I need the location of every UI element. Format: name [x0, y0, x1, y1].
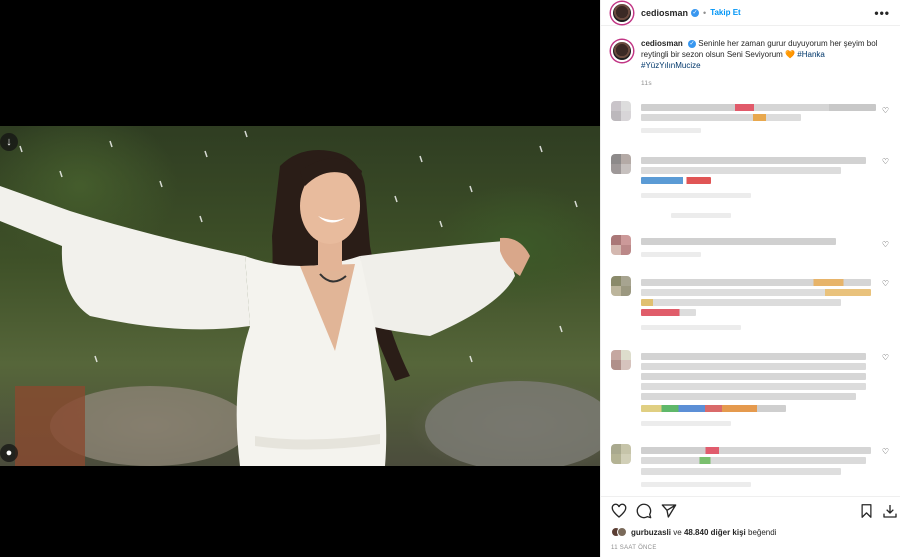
caption-username[interactable]: cediosman	[641, 39, 683, 48]
view-replies[interactable]	[671, 213, 731, 218]
post-username[interactable]: cediosman	[641, 8, 688, 18]
download-icon[interactable]	[882, 503, 898, 519]
comment-text	[641, 157, 866, 164]
comment-avatar[interactable]	[611, 235, 631, 255]
comment-meta	[641, 128, 701, 133]
follow-button[interactable]: Takip Et	[710, 8, 741, 17]
comment-text	[641, 177, 711, 184]
likes-suffix: beğendi	[748, 527, 777, 537]
comment-text	[641, 238, 836, 245]
comment-text	[641, 447, 871, 454]
heart-icon[interactable]	[611, 503, 627, 519]
comment-text	[641, 373, 866, 380]
caption-avatar[interactable]	[611, 40, 633, 62]
caption: cediosman ✓ Seninle her zaman gurur duyu…	[601, 26, 900, 89]
hashtag[interactable]: #Hanka	[797, 50, 825, 59]
comment-meta	[641, 193, 751, 198]
comment-text	[641, 104, 876, 111]
comment-avatar[interactable]	[611, 101, 631, 121]
comment-meta	[641, 252, 701, 257]
caption-time: 11s	[641, 80, 652, 87]
comment-avatar[interactable]	[611, 444, 631, 464]
likes-count[interactable]: 48.840 diğer kişi	[684, 528, 746, 537]
caption-body: cediosman ✓ Seninle her zaman gurur duyu…	[641, 38, 881, 89]
comment-text	[641, 167, 841, 174]
likes-connector: ve	[673, 527, 682, 537]
hashtag[interactable]: #YüzYılınMucize	[641, 61, 701, 70]
comment-text	[641, 383, 866, 390]
bookmark-icon[interactable]	[859, 503, 874, 519]
comment-text	[641, 468, 841, 475]
liker-avatar[interactable]	[617, 527, 627, 537]
post-timestamp[interactable]: 11 SAAT ÖNCE	[611, 545, 657, 551]
verified-icon: ✓	[688, 39, 697, 48]
comment-icon[interactable]	[636, 503, 652, 519]
comment-text	[641, 363, 866, 370]
comment-meta	[641, 325, 741, 330]
comment-avatar[interactable]	[611, 276, 631, 296]
post-photo[interactable]: ↓ ●	[0, 126, 600, 466]
more-options-icon[interactable]: •••	[874, 6, 890, 20]
verified-icon: ✓	[691, 8, 700, 17]
likes-summary: gurbuzasli ve 48.840 diğer kişi beğendi	[611, 527, 776, 537]
comment-text	[641, 289, 871, 296]
comment-text	[641, 457, 866, 464]
comment-text	[641, 393, 856, 400]
send-icon[interactable]	[661, 503, 677, 519]
comment-text	[641, 299, 841, 306]
comment-text	[641, 405, 786, 412]
avatar[interactable]	[611, 1, 633, 24]
comment-like-icon[interactable]: ♡	[882, 279, 889, 288]
dot-separator: •	[703, 7, 707, 18]
comment-like-icon[interactable]: ♡	[882, 447, 889, 456]
comment-like-icon[interactable]: ♡	[882, 106, 889, 115]
user-tag-icon[interactable]: ●	[0, 444, 18, 462]
comment-avatar[interactable]	[611, 154, 631, 174]
comment-meta	[641, 421, 731, 426]
comment-text	[641, 309, 696, 316]
comment-meta	[641, 482, 751, 487]
comment-like-icon[interactable]: ♡	[882, 157, 889, 166]
comment-text	[641, 353, 866, 360]
post-media: ↓ ●	[0, 0, 600, 557]
first-liker[interactable]: gurbuzasli	[631, 528, 671, 537]
comment-text	[641, 279, 871, 286]
post-header: cediosman ✓ • Takip Et •••	[601, 0, 900, 26]
download-icon[interactable]: ↓	[0, 133, 18, 151]
comment-like-icon[interactable]: ♡	[882, 353, 889, 362]
comment-like-icon[interactable]: ♡	[882, 240, 889, 249]
comment-avatar[interactable]	[611, 350, 631, 370]
post-panel: cediosman ✓ • Takip Et ••• cediosman ✓ S…	[600, 0, 900, 557]
comment-text	[641, 114, 801, 121]
likes-text[interactable]: gurbuzasli ve 48.840 diğer kişi beğendi	[631, 528, 776, 537]
photo-illustration	[0, 130, 600, 466]
action-bar	[601, 496, 900, 522]
